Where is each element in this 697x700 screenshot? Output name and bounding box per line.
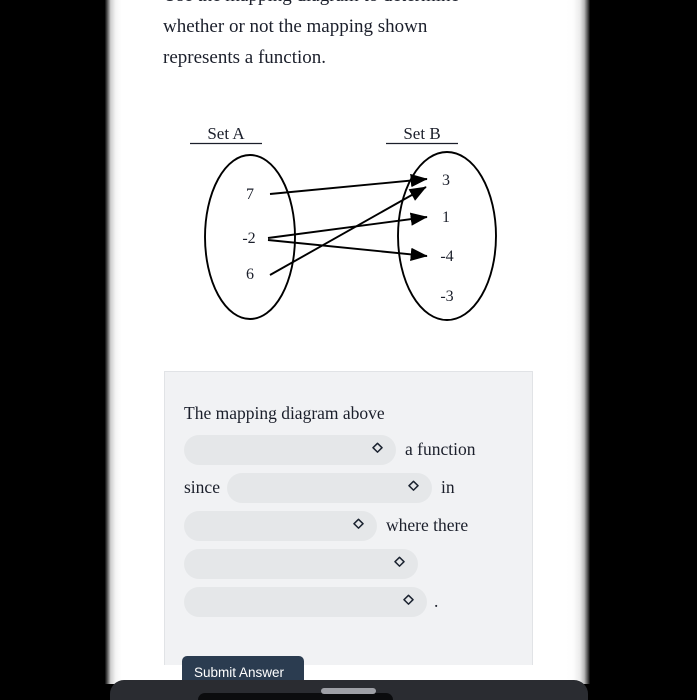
statement-row-1: a function xyxy=(184,434,532,465)
device-screenshot: Use the mapping diagram to determine whe… xyxy=(0,0,697,700)
chevron-up-down-icon xyxy=(394,556,405,571)
set-a-element-0: 7 xyxy=(246,186,254,203)
set-b-element-0: 3 xyxy=(442,172,450,189)
text-in: in xyxy=(440,476,455,497)
chevron-up-down-icon xyxy=(372,442,383,457)
chevron-up-down-icon xyxy=(403,594,414,609)
mapping-arrow-7-to-3 xyxy=(269,173,428,195)
prompt-line-1: Use the mapping diagram to determine xyxy=(163,0,523,11)
set-b-element-1: 1 xyxy=(442,209,450,226)
dropdown-reason-subject[interactable] xyxy=(226,472,432,503)
home-indicator[interactable] xyxy=(321,688,376,694)
statement-row-3: where there xyxy=(184,510,532,541)
set-a-element-1: -2 xyxy=(242,230,255,247)
statement-period: . xyxy=(434,590,439,611)
prompt-line-2: whether or not the mapping shown xyxy=(163,16,428,37)
set-b-element-3: -3 xyxy=(440,288,453,305)
dropdown-conclusion[interactable] xyxy=(184,586,427,617)
set-b-element-2: -4 xyxy=(440,248,453,265)
answer-card: The mapping diagram above a function sin… xyxy=(164,371,533,665)
device-bezel-left xyxy=(105,0,127,684)
statement-row-4 xyxy=(184,548,532,579)
set-b-label: Set B xyxy=(403,124,440,143)
chevron-up-down-icon xyxy=(353,518,364,533)
statement-intro-row: The mapping diagram above xyxy=(184,403,532,423)
dropdown-is-function[interactable] xyxy=(184,434,396,465)
text-a-function: a function xyxy=(405,438,476,459)
device-chin-inner xyxy=(198,693,393,700)
set-a-label: Set A xyxy=(207,124,245,143)
dropdown-quantifier[interactable] xyxy=(184,548,418,579)
statement-row-5: . xyxy=(184,586,532,617)
chevron-up-down-icon xyxy=(408,480,419,495)
question-prompt: Use the mapping diagram to determine whe… xyxy=(163,0,523,73)
text-since: since xyxy=(184,476,220,497)
statement-intro-text: The mapping diagram above xyxy=(184,403,385,423)
device-bezel-right xyxy=(566,0,590,684)
text-where-there: where there xyxy=(386,514,469,535)
mapping-arrow-neg2-to-1 xyxy=(267,212,428,239)
prompt-line-3: represents a function. xyxy=(163,47,327,68)
statement-row-2: since in xyxy=(184,472,532,503)
mapping-arrow-neg2-to-neg4 xyxy=(267,239,428,261)
set-a-element-2: 6 xyxy=(246,266,254,283)
dropdown-set-location[interactable] xyxy=(184,510,377,541)
mapping-diagram: Set A Set B 7 -2 6 3 1 -4 -3 xyxy=(164,110,534,335)
mapping-arrow-6-to-3 xyxy=(269,186,427,276)
